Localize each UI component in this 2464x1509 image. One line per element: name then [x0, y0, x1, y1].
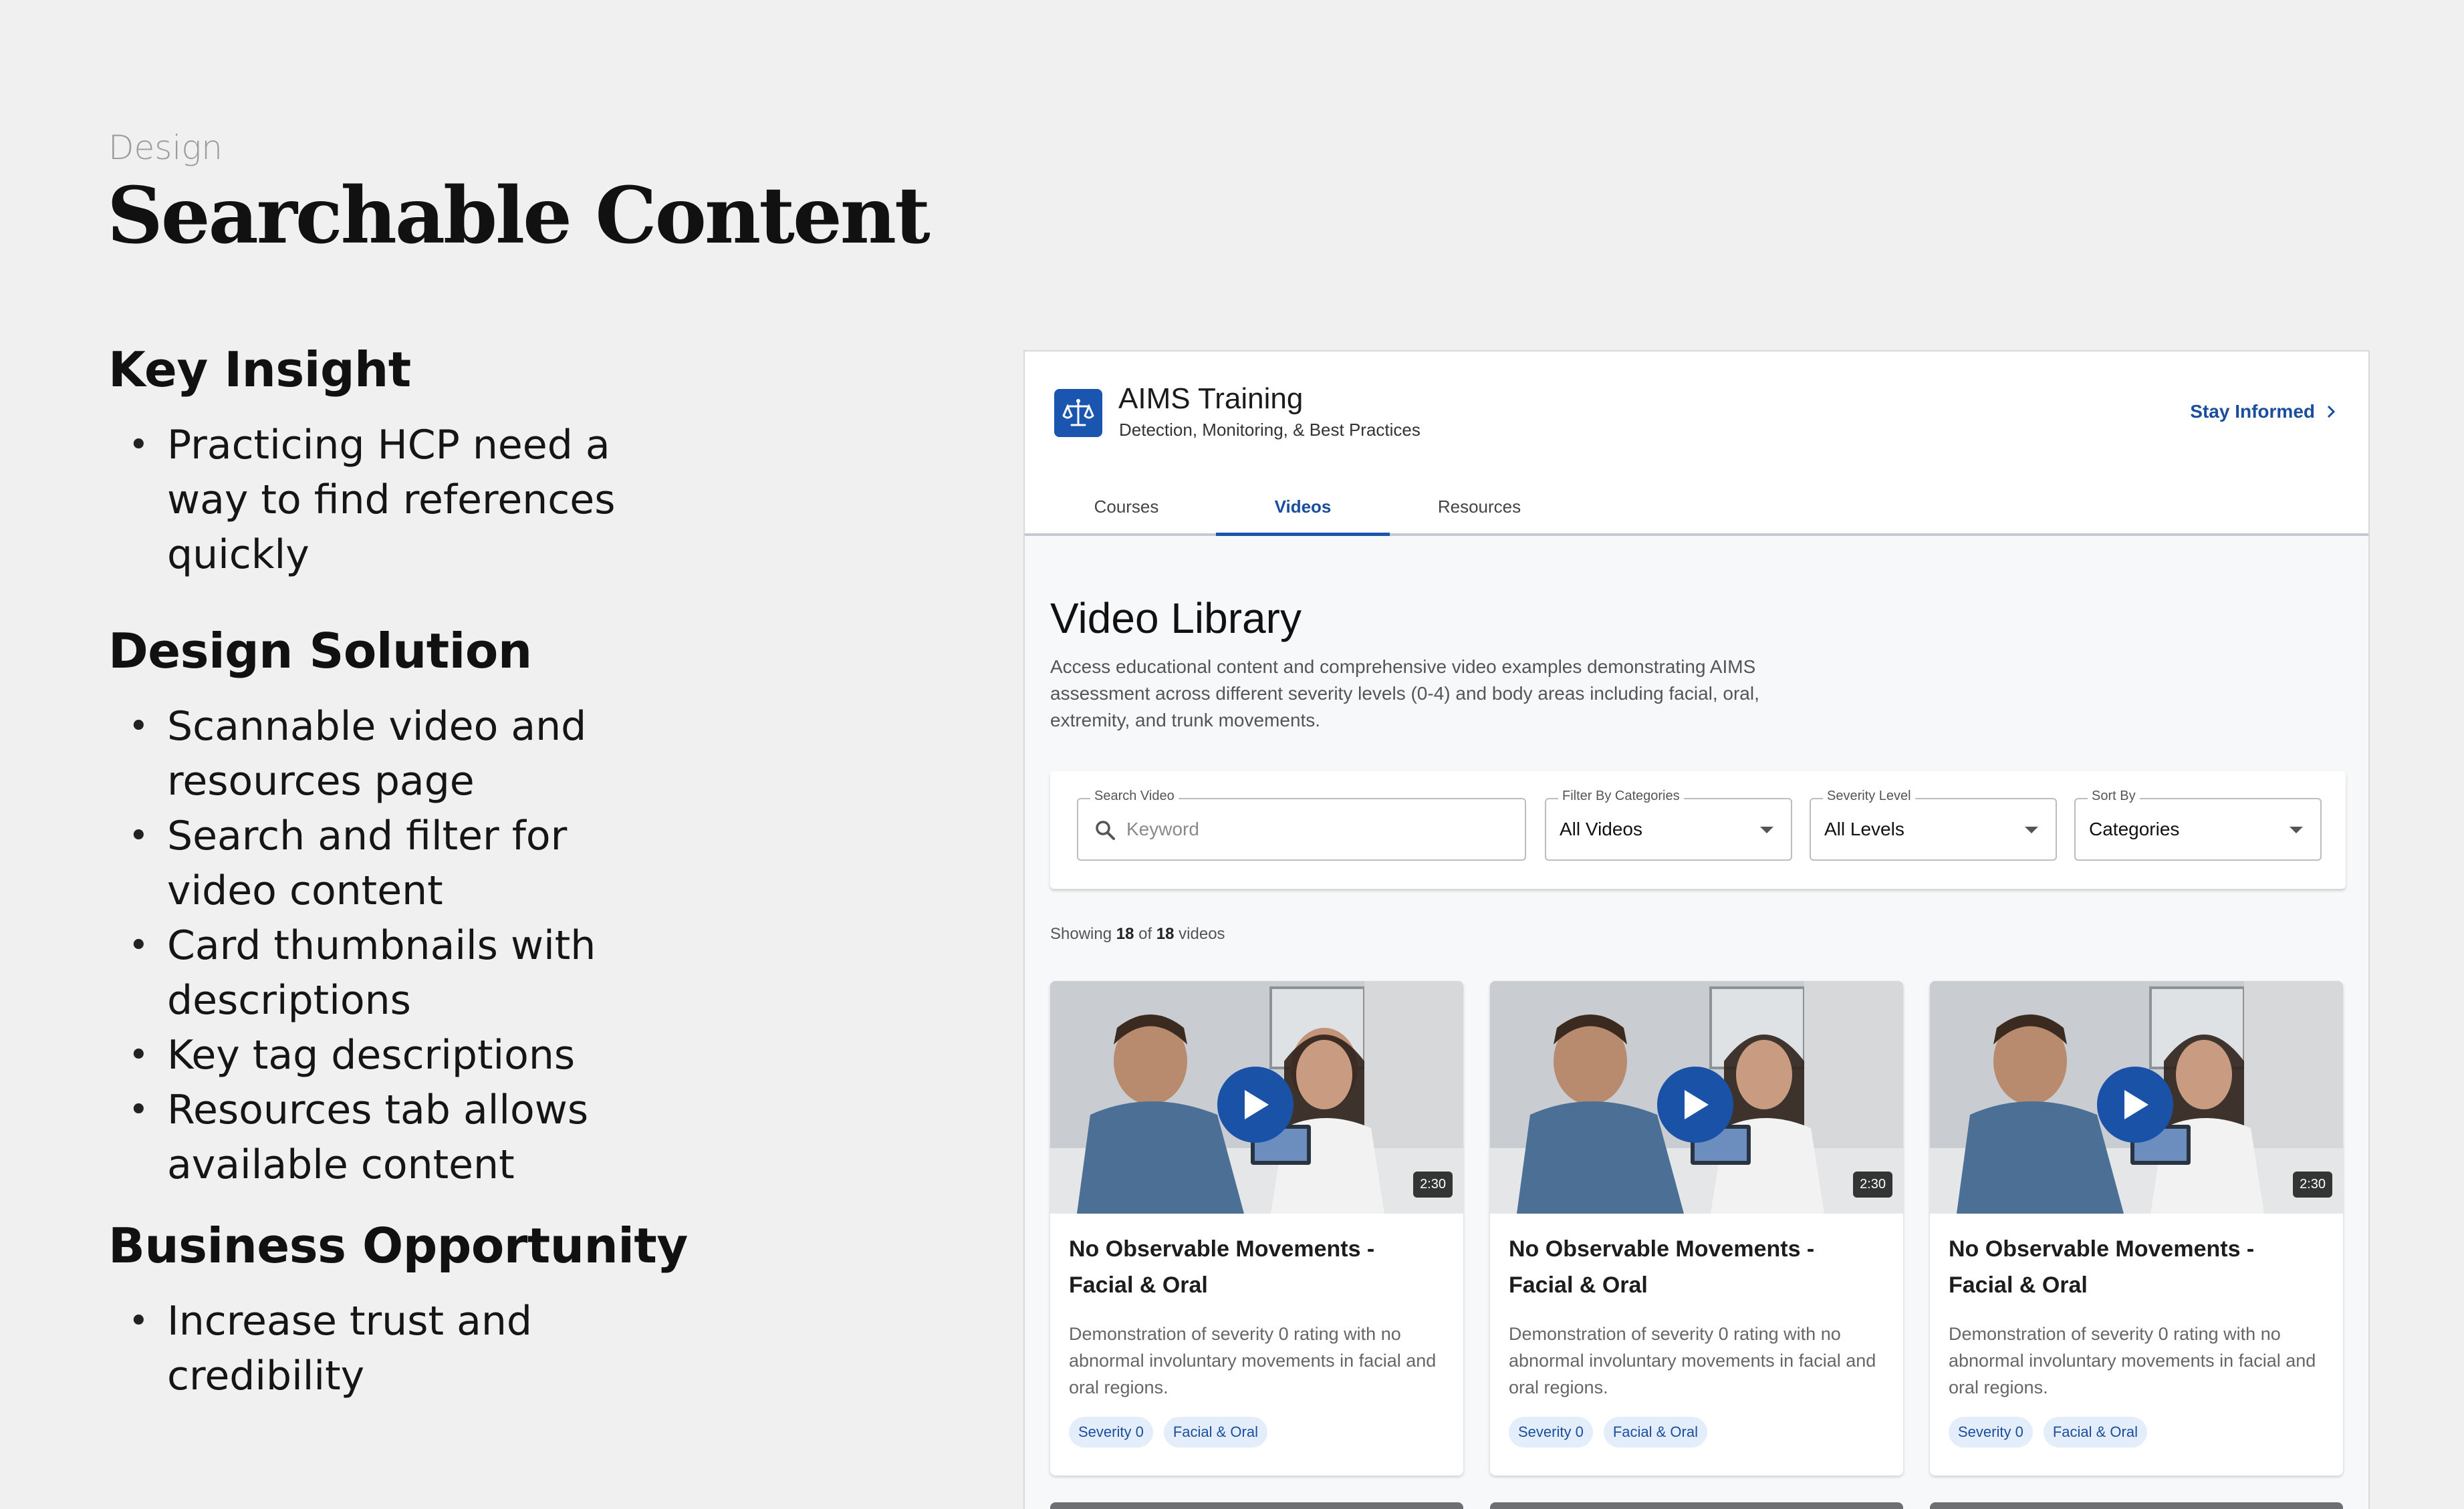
video-description: Demonstration of severity 0 rating with … — [1069, 1324, 1437, 1397]
tab-resources[interactable]: Resources — [1391, 480, 1568, 533]
sort-value: Categories — [2089, 819, 2180, 839]
page-description: Access educational content and comprehen… — [1050, 656, 1759, 730]
dropdown-caret-icon — [1760, 827, 1773, 833]
search-placeholder: Keyword — [1126, 819, 1199, 839]
body-area-tag[interactable]: Facial & Oral — [2043, 1417, 2147, 1448]
section-heading: Key Insight — [108, 341, 411, 398]
body-area-tag[interactable]: Facial & Oral — [1163, 1417, 1267, 1448]
bullet-item: Scannable video and resources page — [108, 699, 683, 809]
chevron-right-icon — [2327, 405, 2336, 418]
video-thumbnail[interactable]: 2:30 — [1490, 981, 1903, 1214]
slide-eyebrow: Design — [108, 128, 223, 167]
severity-tag[interactable]: Severity 0 — [1509, 1417, 1593, 1448]
video-title[interactable]: No Observable Movements - Facial & Oral — [1949, 1231, 2323, 1303]
video-card-peek — [1490, 1502, 1903, 1509]
bullet-item: Increase trust and credibility — [108, 1294, 683, 1403]
key-insight-section: Key Insight Practicing HCP need a way to… — [108, 342, 710, 582]
bullet-list: Increase trust and credibility — [108, 1294, 710, 1403]
severity-tag[interactable]: Severity 0 — [1069, 1417, 1153, 1448]
search-icon — [1096, 821, 1115, 840]
tab-videos[interactable]: Videos — [1215, 480, 1391, 536]
severity-select[interactable]: Severity Level All Levels — [1810, 789, 2057, 861]
app-window: AIMS Training Detection, Monitoring, & B… — [1023, 350, 2370, 1509]
section-heading: Design Solution — [108, 623, 532, 679]
category-select[interactable]: Filter By Categories All Videos — [1545, 789, 1792, 861]
bullet-item: Resources tab allows available content — [108, 1083, 683, 1192]
duration-badge: 2:30 — [1853, 1172, 1892, 1198]
app-name: AIMS Training — [1118, 382, 1304, 415]
bullet-list: Practicing HCP need a way to find refere… — [108, 418, 710, 582]
business-opportunity-section: Business Opportunity Increase trust and … — [108, 1218, 710, 1403]
video-description: Demonstration of severity 0 rating with … — [1949, 1324, 2316, 1397]
video-card[interactable]: 2:30 No Observable Movements - Facial & … — [1050, 981, 1463, 1476]
tab-courses[interactable]: Courses — [1038, 480, 1215, 533]
video-card[interactable]: 2:30 No Observable Movements - Facial & … — [1490, 981, 1903, 1476]
results-prefix: Showing — [1050, 925, 1112, 943]
video-thumbnail[interactable]: 2:30 — [1930, 981, 2343, 1214]
bullet-list: Scannable video and resources page Searc… — [108, 699, 710, 1192]
video-description: Demonstration of severity 0 rating with … — [1509, 1324, 1876, 1397]
stay-informed-link[interactable]: Stay Informed — [2190, 401, 2336, 422]
filter-panel: Search Video Keyword Filter By Categorie… — [1050, 771, 2346, 889]
play-icon[interactable] — [1657, 1067, 1733, 1143]
app-subtitle: Detection, Monitoring, & Best Practices — [1119, 420, 1421, 440]
bullet-item: Search and filter for video content — [108, 809, 683, 918]
scales-icon[interactable] — [1054, 389, 1102, 437]
results-total: 18 — [1156, 925, 1175, 943]
play-icon[interactable] — [1217, 1067, 1293, 1143]
video-title[interactable]: No Observable Movements - Facial & Oral — [1509, 1231, 1883, 1303]
tag-list: Severity 0 Facial & Oral — [1949, 1417, 2147, 1448]
page-title: Video Library — [1050, 594, 1302, 642]
search-input[interactable]: Search Video Keyword — [1077, 789, 1526, 861]
severity-value: All Levels — [1824, 819, 1904, 839]
video-title[interactable]: No Observable Movements - Facial & Oral — [1069, 1231, 1443, 1303]
duration-badge: 2:30 — [2293, 1172, 2332, 1198]
play-icon[interactable] — [2097, 1067, 2173, 1143]
bullet-item: Key tag descriptions — [108, 1028, 683, 1083]
section-heading: Business Opportunity — [108, 1218, 688, 1274]
results-shown: 18 — [1116, 925, 1134, 943]
category-value: All Videos — [1560, 819, 1643, 839]
dropdown-caret-icon — [2025, 827, 2038, 833]
video-card-peek — [1050, 1502, 1463, 1509]
tag-list: Severity 0 Facial & Oral — [1069, 1417, 1267, 1448]
video-card[interactable]: 2:30 No Observable Movements - Facial & … — [1930, 981, 2343, 1476]
tag-list: Severity 0 Facial & Oral — [1509, 1417, 1707, 1448]
results-of: of — [1138, 925, 1152, 943]
tab-bar: Courses Videos Resources — [1025, 480, 1568, 536]
duration-badge: 2:30 — [1413, 1172, 1453, 1198]
results-count: Showing 18 of 18 videos — [1050, 925, 1225, 944]
app-header: AIMS Training Detection, Monitoring, & B… — [1025, 352, 2368, 536]
severity-tag[interactable]: Severity 0 — [1949, 1417, 2033, 1448]
bullet-item: Practicing HCP need a way to find refere… — [108, 418, 683, 582]
slide-title: Searchable Content — [107, 170, 931, 261]
sort-select[interactable]: Sort By Categories — [2074, 789, 2322, 861]
bullet-item: Card thumbnails with descriptions — [108, 918, 683, 1028]
stay-informed-label: Stay Informed — [2190, 401, 2315, 422]
body-area-tag[interactable]: Facial & Oral — [1603, 1417, 1707, 1448]
design-solution-section: Design Solution Scannable video and reso… — [108, 624, 710, 1192]
dropdown-caret-icon — [2290, 827, 2303, 833]
results-suffix: videos — [1179, 925, 1225, 943]
video-card-peek — [1930, 1502, 2343, 1509]
video-thumbnail[interactable]: 2:30 — [1050, 981, 1463, 1214]
